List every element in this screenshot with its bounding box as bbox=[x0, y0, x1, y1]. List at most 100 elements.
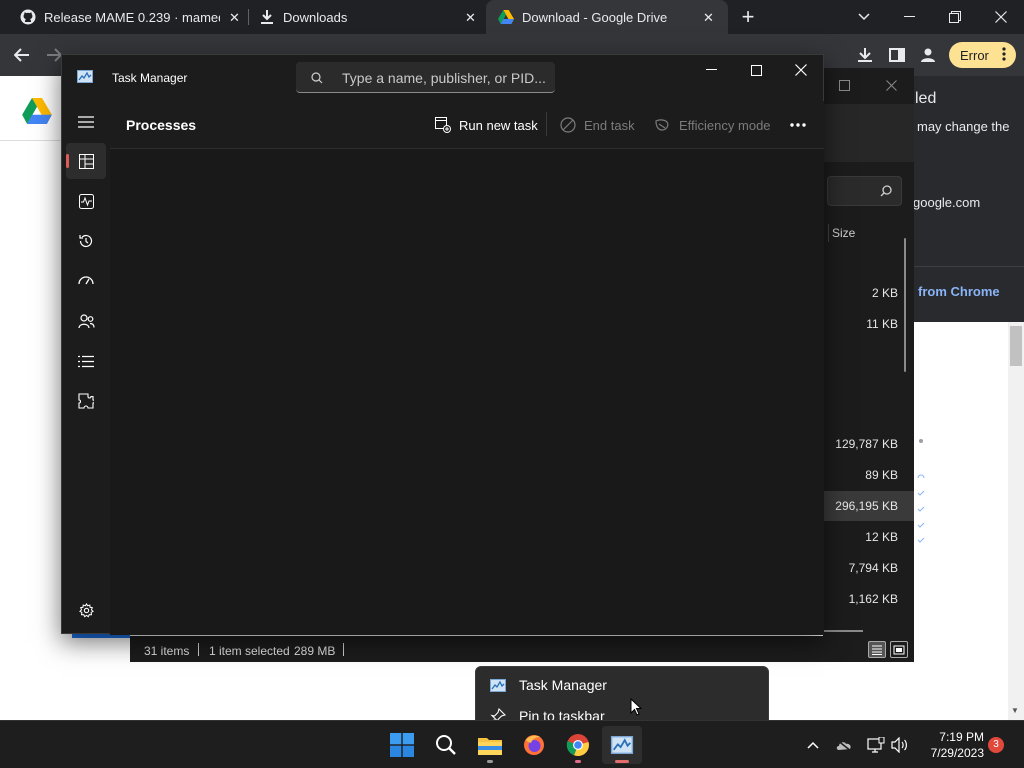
back-arrow-icon bbox=[14, 48, 29, 62]
tab-mame-release[interactable]: Release MAME 0.239 · mamedev/ ✕ bbox=[8, 0, 248, 34]
tab-downloads[interactable]: Downloads ✕ bbox=[250, 0, 486, 34]
explorer-h-scrollbar[interactable] bbox=[823, 630, 863, 632]
header-divider bbox=[0, 140, 60, 141]
explorer-command-bar bbox=[823, 104, 914, 162]
taskbar-firefox[interactable] bbox=[514, 726, 554, 764]
side-panel-button[interactable] bbox=[883, 41, 911, 69]
more-options-button[interactable] bbox=[790, 115, 806, 135]
toolbar-divider bbox=[546, 112, 547, 136]
task-manager-window: Task Manager Type a name, publisher, or … bbox=[61, 54, 824, 635]
taskbar-file-explorer[interactable] bbox=[470, 726, 510, 764]
nav-details[interactable] bbox=[66, 343, 106, 379]
nav-startup-apps[interactable] bbox=[66, 263, 106, 299]
startup-icon bbox=[78, 276, 94, 285]
process-search-input[interactable]: Type a name, publisher, or PID... bbox=[296, 62, 555, 93]
error-button[interactable]: Error bbox=[949, 42, 1016, 68]
nav-performance[interactable] bbox=[66, 183, 106, 219]
nav-menu-button[interactable] bbox=[66, 104, 106, 140]
tab-title: Release MAME 0.239 · mamedev/ bbox=[44, 10, 220, 25]
run-new-task-icon bbox=[435, 117, 451, 133]
task-manager-nav bbox=[62, 101, 110, 635]
search-icon bbox=[436, 735, 456, 755]
scroll-down-arrow[interactable]: ▼ bbox=[1011, 706, 1019, 715]
taskbar-task-manager[interactable] bbox=[602, 726, 642, 764]
explorer-scrollbar[interactable] bbox=[904, 238, 906, 372]
tab-google-drive[interactable]: Download - Google Drive ✕ bbox=[486, 0, 728, 34]
download-icon bbox=[858, 48, 872, 62]
github-icon bbox=[20, 9, 36, 25]
nav-services[interactable] bbox=[66, 383, 106, 419]
details-view-button[interactable] bbox=[868, 641, 886, 658]
process-list-area[interactable] bbox=[110, 150, 824, 635]
tray-volume[interactable] bbox=[890, 735, 910, 755]
notification-badge[interactable]: 3 bbox=[988, 737, 1004, 753]
file-size: 129,787 KB bbox=[835, 437, 898, 451]
minimize-icon bbox=[705, 69, 717, 70]
downloads-button[interactable] bbox=[851, 41, 879, 69]
windows-taskbar: 7:19 PM 7/29/2023 3 bbox=[0, 720, 1024, 768]
network-icon bbox=[867, 737, 885, 753]
nav-users[interactable] bbox=[66, 303, 106, 339]
side-panel-icon bbox=[889, 48, 905, 62]
nav-settings[interactable] bbox=[66, 592, 106, 628]
close-icon[interactable]: ✕ bbox=[703, 10, 714, 26]
clock-time: 7:19 PM bbox=[939, 730, 984, 744]
nav-app-history[interactable] bbox=[66, 223, 106, 259]
size-column-header[interactable]: Size bbox=[832, 226, 855, 240]
tab-title: Download - Google Drive bbox=[522, 10, 668, 25]
tray-overflow-button[interactable] bbox=[803, 735, 823, 755]
performance-icon bbox=[78, 193, 94, 209]
end-task-button[interactable]: End task bbox=[560, 115, 635, 135]
popup-message: may change the bbox=[917, 119, 1010, 134]
close-icon[interactable]: ✕ bbox=[229, 10, 240, 26]
tab-search-button[interactable] bbox=[852, 0, 876, 34]
taskbar-clock[interactable]: 7:19 PM 7/29/2023 bbox=[914, 729, 984, 761]
more-vert-icon bbox=[1002, 47, 1006, 61]
explorer-titlebar bbox=[823, 68, 914, 104]
forward-arrow-icon bbox=[47, 48, 62, 62]
restore-icon bbox=[949, 11, 961, 23]
end-task-label: End task bbox=[584, 117, 635, 133]
taskbar-search-button[interactable] bbox=[426, 726, 466, 764]
tab-separator bbox=[248, 9, 249, 25]
details-icon bbox=[78, 355, 94, 367]
leaf-icon bbox=[655, 119, 669, 131]
ctx-task-manager[interactable]: Task Manager bbox=[476, 670, 770, 700]
close-window-button[interactable] bbox=[778, 55, 824, 85]
explorer-status-bar: 31 items 1 item selected 289 MB bbox=[130, 636, 914, 662]
maximize-button[interactable] bbox=[733, 55, 779, 85]
firefox-icon bbox=[524, 735, 544, 755]
close-icon[interactable]: ✕ bbox=[465, 10, 476, 26]
taskbar-chrome[interactable] bbox=[558, 726, 598, 764]
new-tab-button[interactable]: + bbox=[736, 0, 760, 34]
run-new-task-button[interactable]: Run new task bbox=[435, 115, 538, 135]
minimize-button[interactable] bbox=[688, 55, 734, 85]
efficiency-mode-label: Efficiency mode bbox=[679, 117, 771, 133]
taskbar-start-button[interactable] bbox=[382, 726, 422, 764]
popup-action-link[interactable]: from Chrome bbox=[918, 284, 1000, 299]
tray-network[interactable] bbox=[866, 735, 886, 755]
close-window-button[interactable] bbox=[986, 0, 1016, 34]
tiles-view-button[interactable] bbox=[890, 641, 908, 658]
restore-button[interactable] bbox=[940, 0, 970, 34]
status-separator bbox=[198, 643, 199, 656]
end-task-icon bbox=[560, 117, 576, 133]
back-button[interactable] bbox=[8, 41, 36, 69]
explorer-search-box[interactable] bbox=[827, 176, 902, 206]
nav-processes[interactable] bbox=[66, 143, 106, 179]
efficiency-mode-button[interactable]: Efficiency mode bbox=[655, 115, 771, 135]
page-scrollbar[interactable] bbox=[1008, 322, 1024, 720]
browser-tab-strip: Release MAME 0.239 · mamedev/ ✕ Download… bbox=[0, 0, 1024, 34]
column-separator[interactable] bbox=[828, 224, 829, 242]
task-manager-app-icon bbox=[77, 70, 93, 83]
page-scrollbar-thumb[interactable] bbox=[1010, 326, 1022, 366]
profile-button[interactable] bbox=[914, 41, 942, 69]
minimize-button[interactable] bbox=[894, 0, 924, 34]
tray-onedrive[interactable] bbox=[834, 735, 854, 755]
tiles-view-icon bbox=[893, 645, 905, 654]
close-icon[interactable] bbox=[886, 80, 897, 91]
restore-icon[interactable] bbox=[839, 80, 850, 91]
file-size: 12 KB bbox=[865, 530, 898, 544]
popup-domain: google.com bbox=[913, 195, 981, 210]
minimize-icon bbox=[903, 16, 915, 17]
